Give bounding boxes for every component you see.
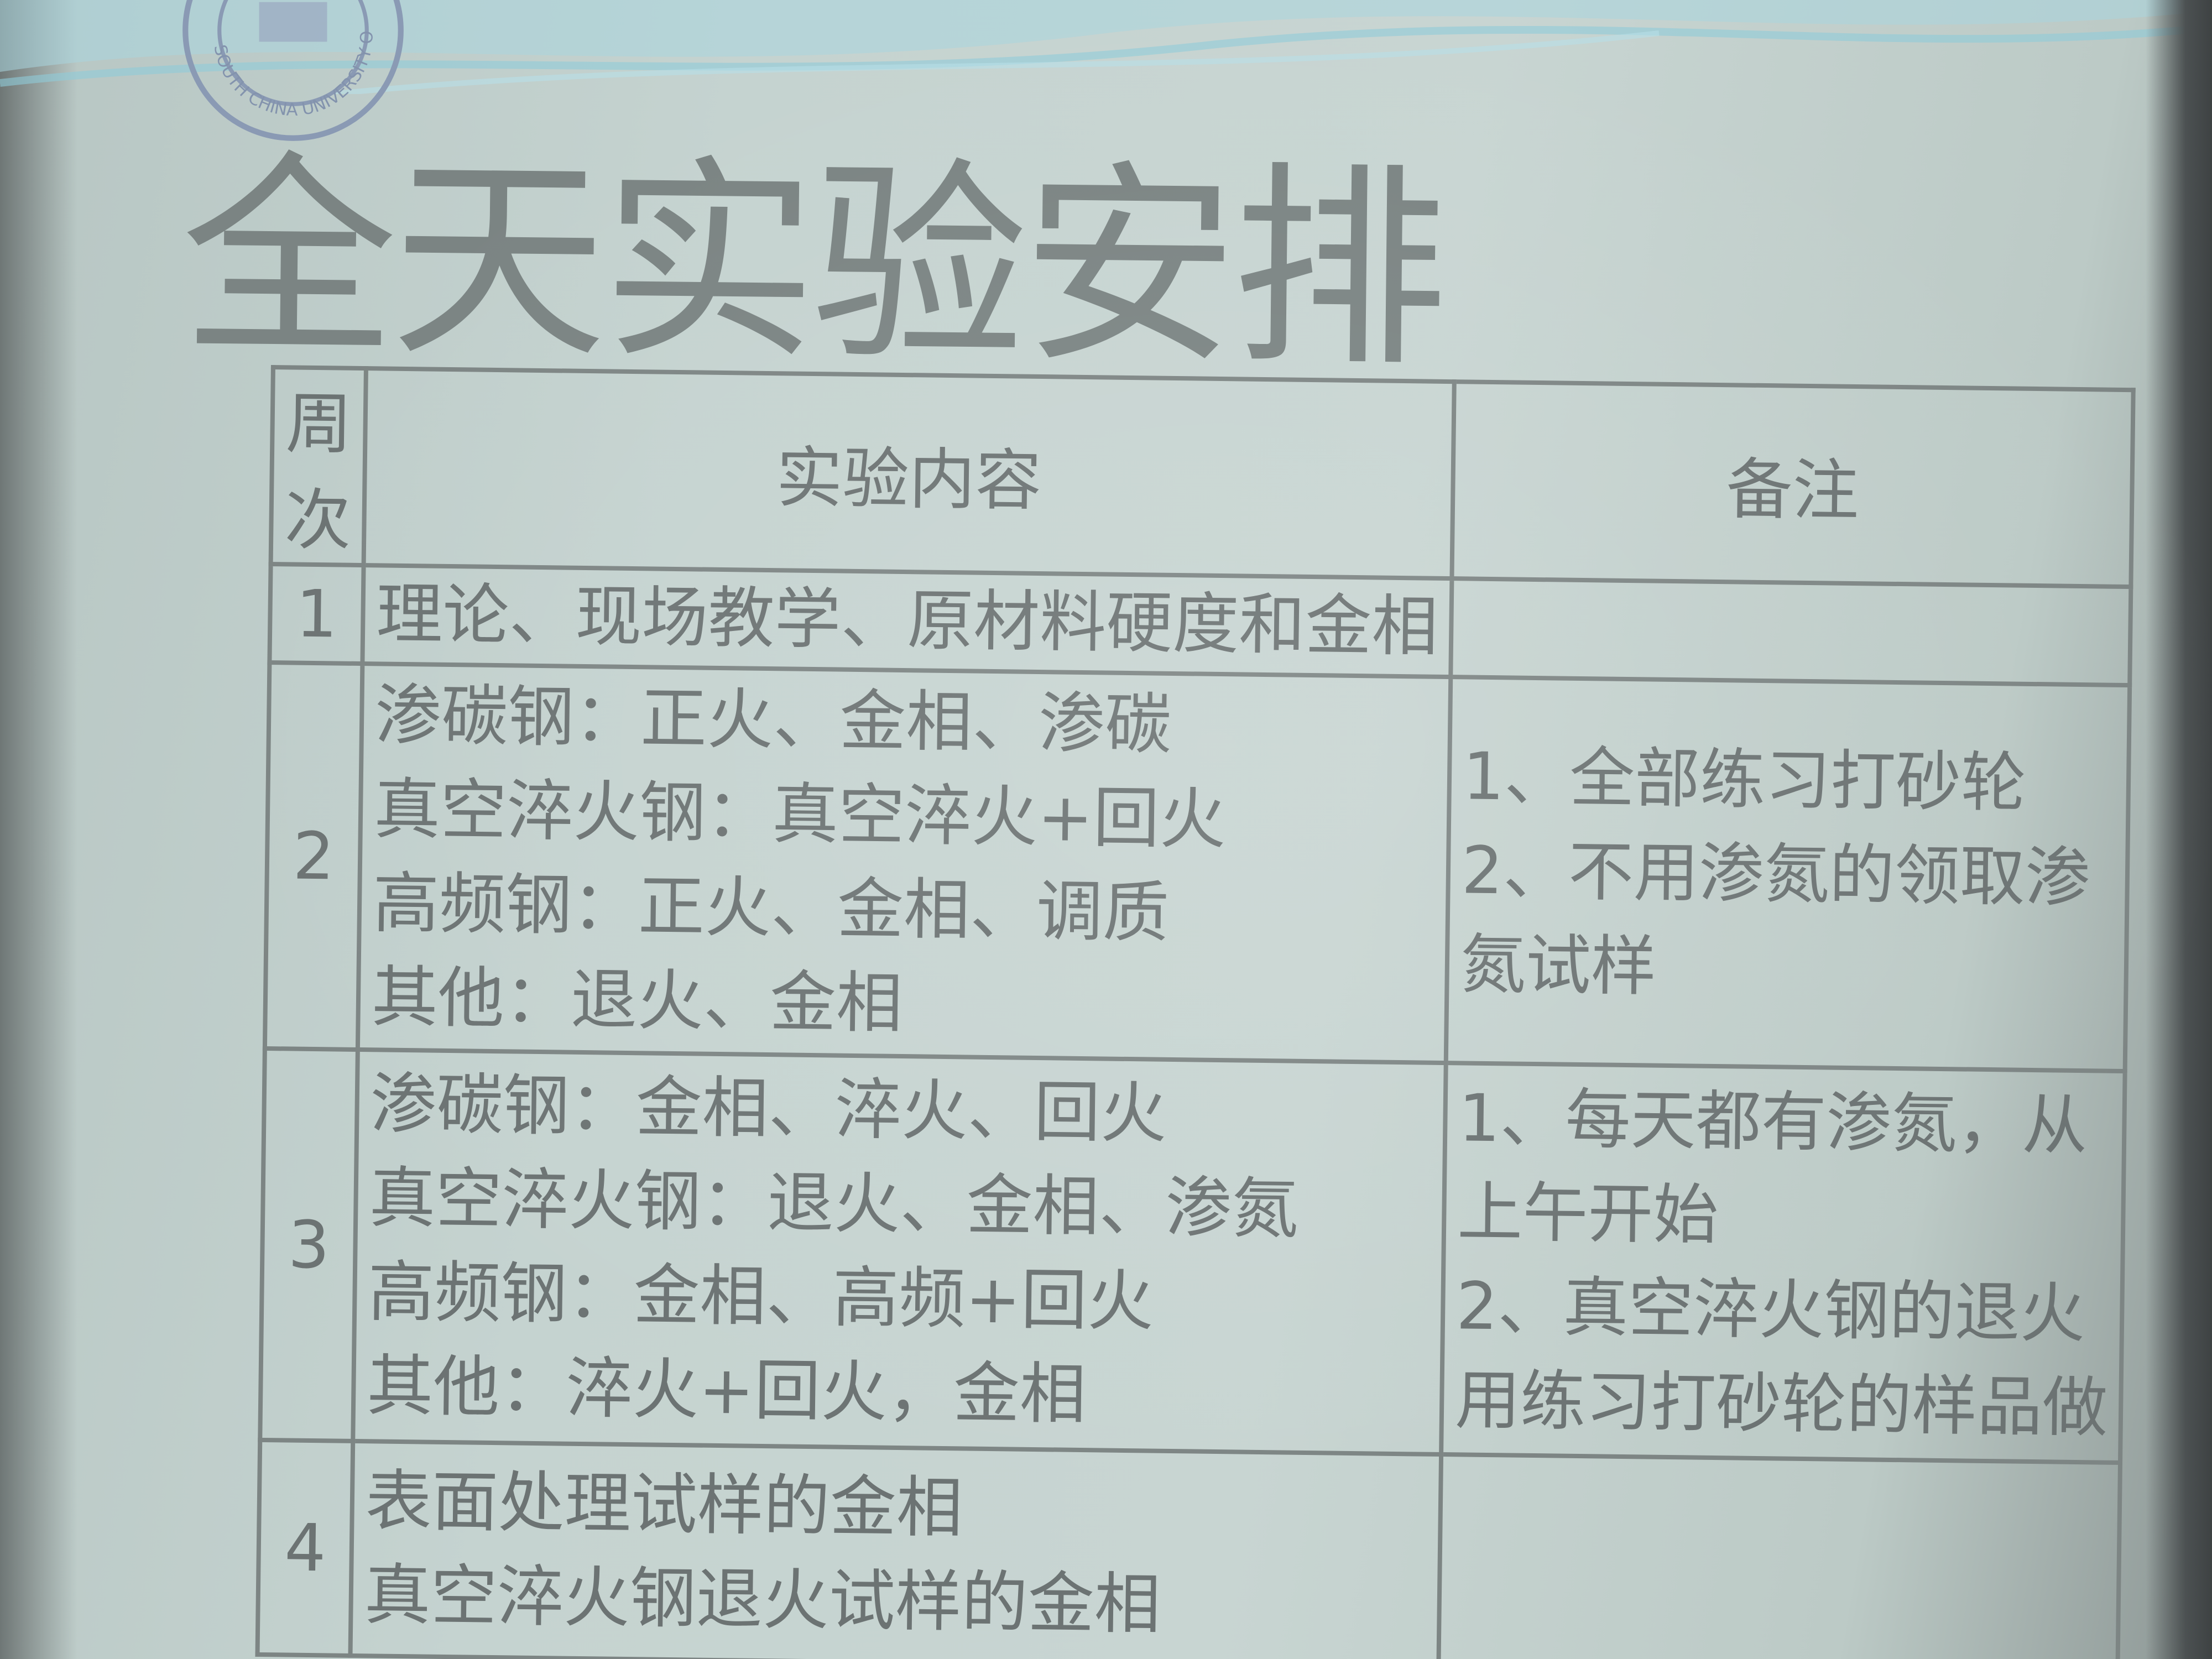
schedule-table: 周次 实验内容 备注 1 理论、现场教学、原材料硬度和金相 2 渗碳钢：正火、金相、渗… [255,365,2135,1659]
content-cell: 渗碳钢：正火、金相、渗碳 真空淬火钢：真空淬火+回火 高频钢：正火、金相、调质 其他：… [357,664,1451,1063]
week-cell: 1 [269,564,364,664]
schedule-table-wrapper: 周次 实验内容 备注 1 理论、现场教学、原材料硬度和金相 2 渗碳钢：正火、金相、渗… [255,365,2133,1659]
content-line: 渗碳钢：金相、淬火、回火 [369,1066,1167,1152]
content-cell: 表面处理试样的金相真空淬火钢退火试样的金相 [350,1441,1442,1659]
table-row: 2 渗碳钢：正火、金相、渗碳 真空淬火钢：真空淬火+回火 高频钢：正火、金相、调质 其他… [264,662,2130,1072]
note-cell: 1、全部练习打砂轮 2、不用渗氮的领取渗氮试样 [1446,677,2130,1072]
note-line: 1、每天都有渗氮，从 [1458,1079,2088,1164]
screen-edge [2146,0,2212,1659]
table-row: 4 表面处理试样的金相真空淬火钢退火试样的金相 [257,1439,2121,1659]
week-cell: 3 [260,1048,358,1441]
week-cell: 4 [257,1439,353,1656]
header-week: 周次 [270,367,366,566]
content-line: 真空淬火钢退火试样的金相 [363,1557,1161,1644]
note-cell: 1、每天都有渗氮，从上午开始 2、真空淬火钢的退火 用练习打砂轮的样品做 [1441,1063,2125,1463]
table-body: 1 理论、现场教学、原材料硬度和金相 2 渗碳钢：正火、金相、渗碳 真空淬火钢：真空淬火… [257,564,2131,1659]
header-content: 实验内容 [363,368,1454,579]
projected-slide-photo: SOUTH CHINA UNIVERSITY OF TECHNOLOGY 全天实… [0,0,2212,1659]
note-line: 用练习打砂轮的样品做 [1454,1361,2109,1446]
slide-title: 全天实验安排 [180,132,1444,396]
content-cell: 理论、现场教学、原材料硬度和金相 [362,565,1452,677]
content-line: 其他：退火、金相 [371,959,903,1043]
content-line: 高频钢：金相、高频+回火 [367,1254,1154,1340]
note-cell [1451,578,2131,686]
note-line: 上午开始 [1457,1173,1719,1254]
content-line: 表面处理试样的金相 [365,1463,963,1547]
note-line: 1、全部练习打砂轮 [1462,738,2027,821]
table-header-row: 周次 实验内容 备注 [270,367,2133,587]
content-cell: 渗碳钢：金相、淬火、回火 真空淬火钢：退火、金相、渗氮 高频钢：金相、高频+回火 其他… [353,1050,1446,1454]
left-shadow [0,0,77,1659]
note-line: 氮试样 [1460,926,1657,1005]
content-line: 理论、现场教学、原材料硬度和金相 [375,576,1439,666]
content-line: 其他：淬火+回火，金相 [366,1348,1087,1434]
note-line: 2、真空淬火钢的退火 [1455,1267,2086,1352]
week-cell: 2 [264,662,363,1050]
content-line: 真空淬火钢：真空淬火+回火 [373,771,1227,859]
table-row: 3 渗碳钢：金相、淬火、回火 真空淬火钢：退火、金相、渗氮 高频钢：金相、高频+回火其… [260,1048,2125,1463]
header-note: 备注 [1452,382,2133,587]
note-line: 2、不用渗氮的领取渗 [1461,832,2091,916]
note-cell [1438,1454,2121,1659]
content-line: 渗碳钢：正火、金相、渗碳 [374,677,1172,764]
content-line: 真空淬火钢：退火、金相、渗氮 [368,1160,1299,1248]
content-line: 高频钢：正火、金相、调质 [372,865,1170,952]
university-seal-logo: SOUTH CHINA UNIVERSITY OF TECHNOLOGY [180,0,404,141]
